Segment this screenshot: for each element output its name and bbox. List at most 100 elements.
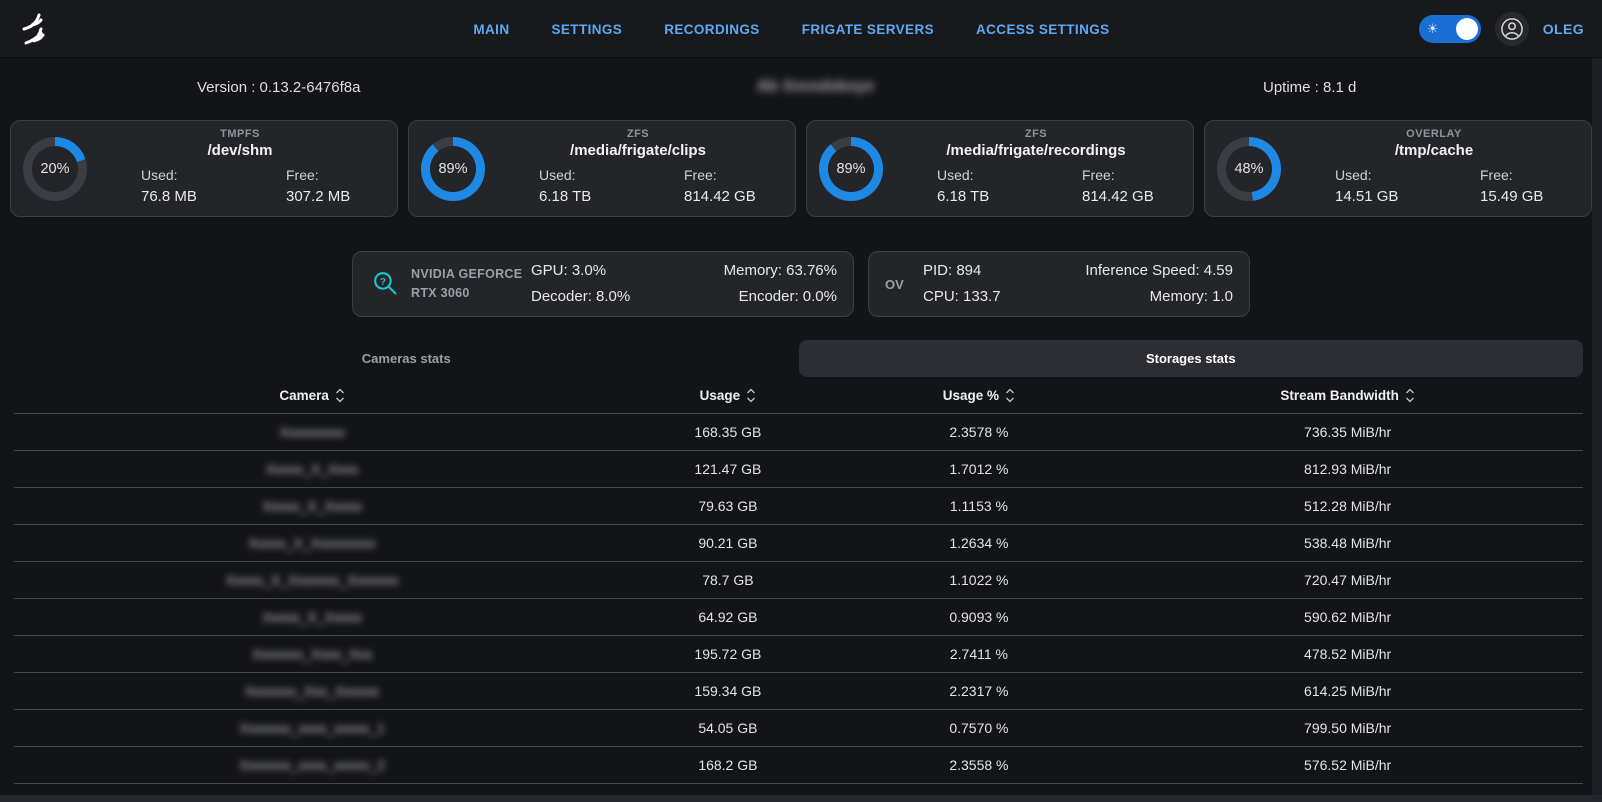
detector-memory-stat: Memory: 1.0 bbox=[1085, 284, 1233, 310]
vertical-scrollbar[interactable] bbox=[1592, 58, 1602, 802]
theme-toggle[interactable]: ☀ bbox=[1419, 15, 1481, 43]
nav-item-frigate-servers[interactable]: FRIGATE SERVERS bbox=[802, 22, 934, 37]
usage-cell: 90.21 GB bbox=[610, 535, 845, 551]
nav-item-access-settings[interactable]: ACCESS SETTINGS bbox=[976, 22, 1110, 37]
column-header-usage-pct[interactable]: Usage % bbox=[846, 388, 1113, 403]
storage-card-recordings: 89% ZFS /media/frigate/recordings Used: … bbox=[806, 120, 1194, 217]
bandwidth-cell: 538.48 MiB/hr bbox=[1112, 535, 1583, 551]
bottom-edge-strip bbox=[0, 795, 1602, 802]
toggle-knob[interactable] bbox=[1456, 18, 1478, 40]
table-row[interactable]: Xxxxxxx_xxxx_xxxxx_2 168.2 GB 2.3558 % 5… bbox=[14, 746, 1583, 783]
sort-icon[interactable] bbox=[1005, 388, 1015, 403]
fs-path-label: /media/frigate/clips bbox=[493, 142, 783, 159]
tab-cameras-stats[interactable]: Cameras stats bbox=[14, 340, 799, 377]
tab-storages-stats[interactable]: Storages stats bbox=[799, 340, 1584, 377]
free-label: Free: bbox=[638, 165, 783, 186]
column-header-usage[interactable]: Usage bbox=[610, 388, 845, 403]
usage-cell: 78.7 GB bbox=[610, 572, 845, 588]
table-row[interactable]: Xxxxx_X_Xxxxxxxxx 90.21 GB 1.2634 % 538.… bbox=[14, 524, 1583, 561]
used-label: Used: bbox=[891, 165, 1036, 186]
server-title-blurred: Ab Xxvxdxkxyx bbox=[757, 78, 874, 96]
gpu-name: NVIDIA GEFORCE RTX 3060 bbox=[403, 265, 531, 303]
table-bottom-divider bbox=[14, 783, 1583, 784]
detector-card: OV PID: 894 CPU: 133.7 Inference Speed: … bbox=[868, 251, 1250, 317]
table-row[interactable]: Xxxxxxx_Xxx_Xxxxxx 159.34 GB 2.2317 % 61… bbox=[14, 672, 1583, 709]
used-value: 76.8 MB bbox=[95, 186, 240, 209]
storage-card-tmp-cache: 48% OVERLAY /tmp/cache Used: Free: 14.51… bbox=[1204, 120, 1592, 217]
sort-icon[interactable] bbox=[746, 388, 756, 403]
donut-percent-label: 89% bbox=[819, 137, 883, 201]
gpu-usage-stat: GPU: 3.0% bbox=[531, 258, 630, 284]
donut-percent-label: 48% bbox=[1217, 137, 1281, 201]
usage-pct-cell: 1.1022 % bbox=[846, 572, 1113, 588]
gpu-card: ? NVIDIA GEFORCE RTX 3060 GPU: 3.0% Deco… bbox=[352, 251, 854, 317]
table-row[interactable]: Xxxxx_X_Xxxxxxx_Xxxxxxx 78.7 GB 1.1022 %… bbox=[14, 561, 1583, 598]
column-header-camera[interactable]: Camera bbox=[14, 388, 610, 403]
column-header-bandwidth[interactable]: Stream Bandwidth bbox=[1112, 388, 1583, 403]
detector-inference-stat: Inference Speed: 4.59 bbox=[1085, 258, 1233, 284]
gpu-memory-stat: Memory: 63.76% bbox=[724, 258, 837, 284]
used-label: Used: bbox=[95, 165, 240, 186]
gpu-decoder-stat: Decoder: 8.0% bbox=[531, 284, 630, 310]
nav-item-settings[interactable]: SETTINGS bbox=[551, 22, 622, 37]
username-label[interactable]: OLEG bbox=[1543, 21, 1584, 37]
nav-item-recordings[interactable]: RECORDINGS bbox=[664, 22, 760, 37]
main-nav: MAIN SETTINGS RECORDINGS FRIGATE SERVERS… bbox=[473, 0, 1109, 58]
frigate-logo-icon[interactable] bbox=[14, 7, 60, 53]
usage-cell: 79.63 GB bbox=[610, 498, 845, 514]
nav-item-main[interactable]: MAIN bbox=[473, 22, 509, 37]
svg-text:?: ? bbox=[380, 277, 386, 288]
column-label: Camera bbox=[279, 388, 329, 403]
gpu-name-line1: NVIDIA GEFORCE bbox=[411, 265, 531, 284]
user-avatar[interactable] bbox=[1495, 12, 1529, 46]
sort-icon[interactable] bbox=[1405, 388, 1415, 403]
usage-donut: 89% bbox=[819, 137, 883, 201]
fs-type-label: OVERLAY bbox=[1289, 128, 1579, 140]
stats-tabs: Cameras stats Storages stats bbox=[14, 340, 1583, 377]
gpu-encoder-stat: Encoder: 0.0% bbox=[724, 284, 837, 310]
uptime-label: Uptime : 8.1 d bbox=[1263, 79, 1356, 96]
frigate-dashboard-page: MAIN SETTINGS RECORDINGS FRIGATE SERVERS… bbox=[0, 0, 1602, 802]
free-value: 814.42 GB bbox=[1036, 186, 1181, 209]
person-icon bbox=[1499, 16, 1525, 42]
free-label: Free: bbox=[1434, 165, 1579, 186]
camera-name-blurred: Xxxxx_X_Xxxxxxxxx bbox=[14, 535, 610, 551]
bandwidth-cell: 799.50 MiB/hr bbox=[1112, 720, 1583, 736]
table-row[interactable]: Xxxxx_X_Xxxxx 64.92 GB 0.9093 % 590.62 M… bbox=[14, 598, 1583, 635]
table-row[interactable]: Xxxxxxxxx 168.35 GB 2.3578 % 736.35 MiB/… bbox=[14, 413, 1583, 450]
table-header-row: Camera Usage Usage % Stream Bandwidth bbox=[14, 377, 1583, 413]
storage-card-dev-shm: 20% TMPFS /dev/shm Used: Free: 76.8 MB 3… bbox=[10, 120, 398, 217]
usage-cell: 64.92 GB bbox=[610, 609, 845, 625]
usage-cell: 195.72 GB bbox=[610, 646, 845, 662]
bandwidth-cell: 576.52 MiB/hr bbox=[1112, 757, 1583, 773]
hardware-cards-row: ? NVIDIA GEFORCE RTX 3060 GPU: 3.0% Deco… bbox=[0, 251, 1602, 317]
storages-stats-table: Camera Usage Usage % Stream Bandwidth Xx… bbox=[14, 377, 1583, 784]
free-value: 814.42 GB bbox=[638, 186, 783, 209]
used-value: 6.18 TB bbox=[891, 186, 1036, 209]
usage-pct-cell: 2.3558 % bbox=[846, 757, 1113, 773]
free-value: 307.2 MB bbox=[240, 186, 385, 209]
bandwidth-cell: 720.47 MiB/hr bbox=[1112, 572, 1583, 588]
detector-pid-stat: PID: 894 bbox=[923, 258, 1001, 284]
donut-percent-label: 89% bbox=[421, 137, 485, 201]
sort-icon[interactable] bbox=[335, 388, 345, 403]
fs-path-label: /dev/shm bbox=[95, 142, 385, 159]
bandwidth-cell: 812.93 MiB/hr bbox=[1112, 461, 1583, 477]
used-label: Used: bbox=[1289, 165, 1434, 186]
bandwidth-cell: 614.25 MiB/hr bbox=[1112, 683, 1583, 699]
table-row[interactable]: Xxxxxxx_Xxxx_Xxx 195.72 GB 2.7411 % 478.… bbox=[14, 635, 1583, 672]
usage-pct-cell: 1.2634 % bbox=[846, 535, 1113, 551]
usage-cell: 168.35 GB bbox=[610, 424, 845, 440]
camera-name-blurred: Xxxxx_X_Xxxxx bbox=[14, 498, 610, 514]
table-row[interactable]: Xxxxx_X_Xxxx 121.47 GB 1.7012 % 812.93 M… bbox=[14, 450, 1583, 487]
sun-icon: ☀ bbox=[1427, 21, 1439, 37]
camera-name-blurred: Xxxxxxxxx bbox=[14, 424, 610, 440]
camera-name-blurred: Xxxxxxx_xxxx_xxxxx_2 bbox=[14, 757, 610, 773]
table-row[interactable]: Xxxxxxx_xxxx_xxxxx_1 54.05 GB 0.7570 % 7… bbox=[14, 709, 1583, 746]
used-label: Used: bbox=[493, 165, 638, 186]
table-row[interactable]: Xxxxx_X_Xxxxx 79.63 GB 1.1153 % 512.28 M… bbox=[14, 487, 1583, 524]
used-value: 6.18 TB bbox=[493, 186, 638, 209]
camera-name-blurred: Xxxxxxx_Xxxx_Xxx bbox=[14, 646, 610, 662]
free-label: Free: bbox=[240, 165, 385, 186]
top-nav-bar: MAIN SETTINGS RECORDINGS FRIGATE SERVERS… bbox=[0, 0, 1602, 58]
